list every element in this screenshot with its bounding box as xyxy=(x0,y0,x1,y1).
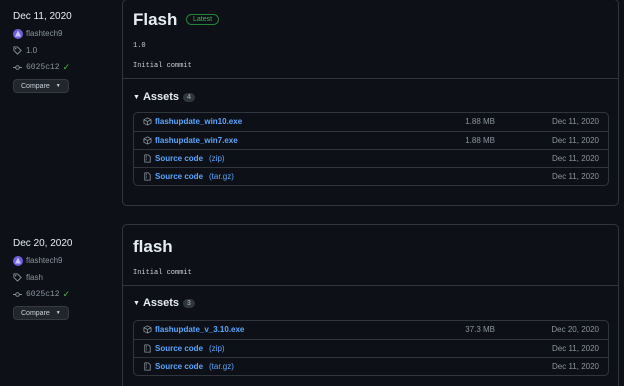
release-version-text: 1.0 xyxy=(133,42,146,50)
asset-size: 37.3 MB xyxy=(465,325,495,334)
release-body: Initial commit xyxy=(133,62,192,70)
latest-badge: Latest xyxy=(186,14,220,25)
file-zip-icon xyxy=(144,362,151,371)
release-card: flash Initial commit ▼ Assets 3 flashupd… xyxy=(122,224,619,386)
asset-link[interactable]: Source code (tar.gz) xyxy=(143,362,234,371)
package-icon xyxy=(143,136,152,145)
package-icon xyxy=(143,117,152,126)
tag-name[interactable]: flash xyxy=(26,273,43,282)
asset-name[interactable]: flashupdate_v_3.10.exe xyxy=(155,325,244,334)
asset-date: Dec 11, 2020 xyxy=(552,172,599,181)
asset-name[interactable]: Source code xyxy=(155,154,203,163)
assets-toggle[interactable]: ▼ Assets 3 xyxy=(133,297,195,309)
compare-label: Compare xyxy=(21,82,50,90)
asset-size: 1.88 MB xyxy=(465,136,495,145)
divider xyxy=(123,78,618,79)
release-title[interactable]: flash xyxy=(133,237,173,257)
asset-row: Source code (zip) Dec 11, 2020 xyxy=(134,149,608,167)
file-zip-icon xyxy=(144,154,151,163)
assets-count: 3 xyxy=(183,298,195,308)
asset-date: Dec 11, 2020 xyxy=(552,362,599,371)
commit-icon xyxy=(13,65,22,70)
asset-row: flashupdate_v_3.10.exe 37.3 MB Dec 20, 2… xyxy=(134,321,608,339)
asset-link[interactable]: Source code (tar.gz) xyxy=(143,172,234,181)
triangle-down-icon: ▼ xyxy=(133,93,140,101)
author-row[interactable]: flashtech9 xyxy=(13,28,113,39)
caret-down-icon: ▼ xyxy=(55,83,61,89)
compare-label: Compare xyxy=(21,309,50,317)
asset-date: Dec 11, 2020 xyxy=(552,117,599,126)
asset-name[interactable]: Source code xyxy=(155,362,203,371)
file-zip-icon xyxy=(144,344,151,353)
asset-date: Dec 11, 2020 xyxy=(552,136,599,145)
asset-row: Source code (tar.gz) Dec 11, 2020 xyxy=(134,167,608,185)
verified-check-icon: ✓ xyxy=(62,62,71,72)
author-name[interactable]: flashtech9 xyxy=(26,29,62,38)
release-title[interactable]: Flash xyxy=(133,10,177,30)
assets-list: flashupdate_v_3.10.exe 37.3 MB Dec 20, 2… xyxy=(133,320,609,376)
tag-row[interactable]: 1.0 xyxy=(13,45,113,56)
compare-button[interactable]: Compare ▼ xyxy=(13,306,69,320)
asset-name[interactable]: Source code xyxy=(155,344,203,353)
file-zip-icon xyxy=(144,172,151,181)
asset-link[interactable]: flashupdate_win10.exe xyxy=(143,117,242,126)
asset-name[interactable]: Source code xyxy=(155,172,203,181)
release-body: Initial commit xyxy=(133,269,192,277)
tag-icon xyxy=(13,46,22,55)
asset-name[interactable]: flashupdate_win7.exe xyxy=(155,136,238,145)
commit-row[interactable]: 6025c12 ✓ xyxy=(13,289,113,300)
commit-icon xyxy=(13,292,22,297)
avatar xyxy=(13,255,23,266)
commit-hash[interactable]: 6025c12 xyxy=(26,63,60,72)
asset-link[interactable]: flashupdate_win7.exe xyxy=(143,136,238,145)
tag-name[interactable]: 1.0 xyxy=(26,46,37,55)
commit-row[interactable]: 6025c12 ✓ xyxy=(13,62,113,73)
assets-list: flashupdate_win10.exe 1.88 MB Dec 11, 20… xyxy=(133,112,609,186)
release-date: Dec 11, 2020 xyxy=(13,11,72,22)
asset-name[interactable]: flashupdate_win10.exe xyxy=(155,117,242,126)
release-sidebar: Dec 20, 2020 flashtech9 flash 6025c12 ✓ … xyxy=(13,238,113,320)
caret-down-icon: ▼ xyxy=(55,310,61,316)
asset-row: flashupdate_win7.exe 1.88 MB Dec 11, 202… xyxy=(134,131,608,149)
commit-hash[interactable]: 6025c12 xyxy=(26,290,60,299)
asset-format[interactable]: (tar.gz) xyxy=(209,362,234,371)
asset-date: Dec 20, 2020 xyxy=(551,325,599,334)
asset-format[interactable]: (zip) xyxy=(209,154,225,163)
asset-row: flashupdate_win10.exe 1.88 MB Dec 11, 20… xyxy=(134,113,608,131)
triangle-down-icon: ▼ xyxy=(133,299,140,307)
divider xyxy=(123,285,618,286)
verified-check-icon: ✓ xyxy=(62,289,71,299)
assets-heading: Assets xyxy=(142,297,180,309)
assets-count: 4 xyxy=(183,92,195,102)
compare-button[interactable]: Compare ▼ xyxy=(13,79,69,93)
avatar xyxy=(13,28,23,39)
asset-date: Dec 11, 2020 xyxy=(552,344,599,353)
asset-format[interactable]: (zip) xyxy=(209,344,225,353)
release-date: Dec 20, 2020 xyxy=(13,238,73,249)
assets-toggle[interactable]: ▼ Assets 4 xyxy=(133,91,195,103)
author-name[interactable]: flashtech9 xyxy=(26,256,62,265)
tag-row[interactable]: flash xyxy=(13,272,113,283)
asset-row: Source code (tar.gz) Dec 11, 2020 xyxy=(134,357,608,375)
asset-format[interactable]: (tar.gz) xyxy=(209,172,234,181)
author-row[interactable]: flashtech9 xyxy=(13,255,113,266)
asset-date: Dec 11, 2020 xyxy=(552,154,599,163)
asset-link[interactable]: flashupdate_v_3.10.exe xyxy=(143,325,244,334)
package-icon xyxy=(143,325,152,334)
release-sidebar: Dec 11, 2020 flashtech9 1.0 6025c12 ✓ Co… xyxy=(13,11,113,93)
asset-size: 1.88 MB xyxy=(465,117,495,126)
release-card: Flash Latest 1.0 Initial commit ▼ Assets… xyxy=(122,0,619,206)
asset-row: Source code (zip) Dec 11, 2020 xyxy=(134,339,608,357)
assets-heading: Assets xyxy=(142,91,180,103)
asset-link[interactable]: Source code (zip) xyxy=(143,344,225,353)
asset-link[interactable]: Source code (zip) xyxy=(143,154,225,163)
tag-icon xyxy=(13,273,22,282)
